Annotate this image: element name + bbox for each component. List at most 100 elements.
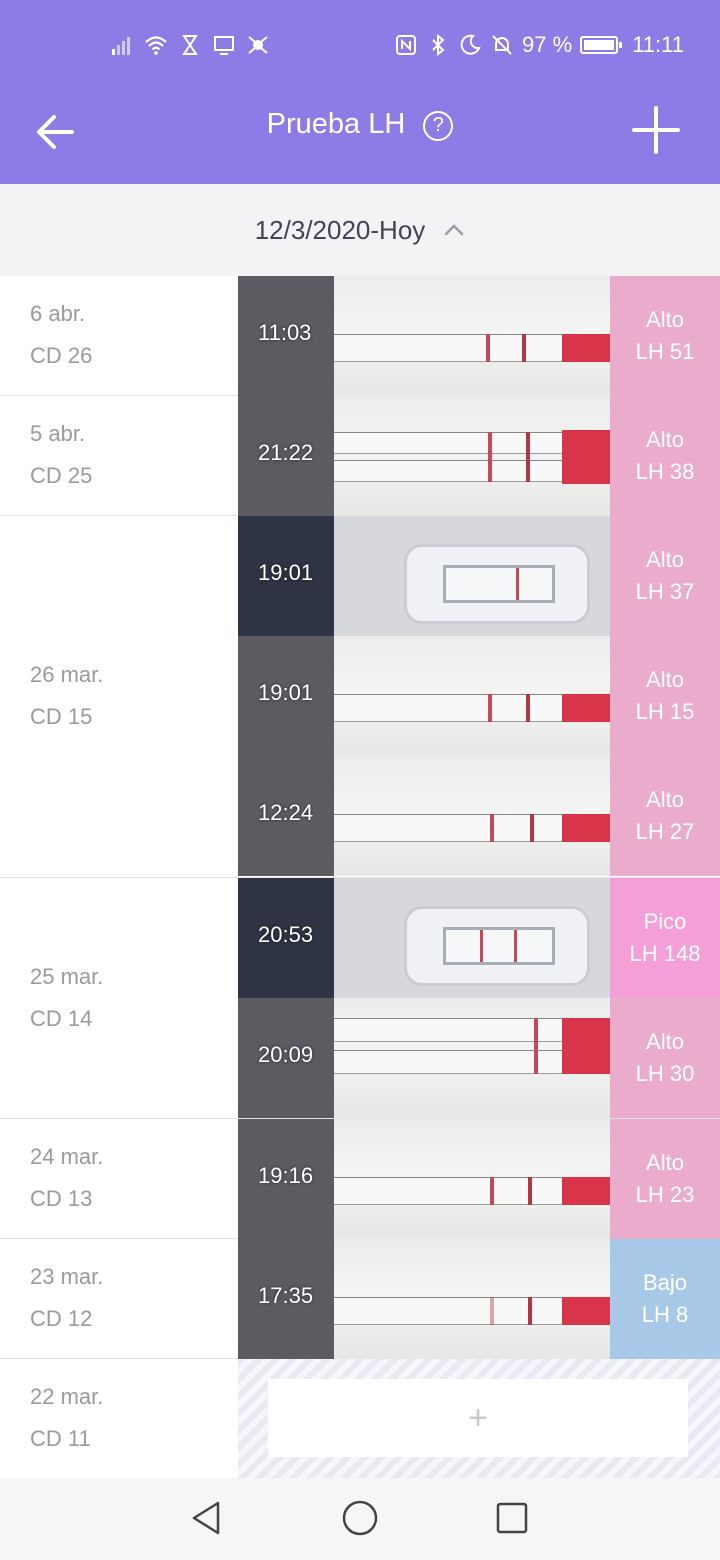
signal-icon bbox=[112, 37, 130, 55]
nav-back-icon[interactable] bbox=[186, 1498, 226, 1538]
day-label: 24 mar. CD 13 bbox=[30, 1136, 103, 1220]
cycle-day: CD 11 bbox=[30, 1426, 91, 1451]
entry-time: 11:03 bbox=[258, 320, 312, 345]
day-date: 22 mar. bbox=[30, 1384, 104, 1409]
result-level: Alto bbox=[646, 307, 684, 332]
day-date: 6 abr. bbox=[30, 301, 86, 326]
app-notification-icon bbox=[248, 36, 268, 54]
result-badge: Alto LH 38 bbox=[610, 396, 720, 516]
day-row: 6 abr. CD 26 11:03 Alto LH 51 bbox=[0, 276, 720, 396]
entry-time: 19:16 bbox=[258, 1163, 314, 1188]
status-bar: 97 % 11:11 bbox=[0, 28, 720, 62]
result-level: Alto bbox=[646, 427, 684, 452]
day-date: 25 mar. bbox=[30, 964, 104, 989]
entry-time: 12:24 bbox=[258, 800, 314, 825]
day-date: 26 mar. bbox=[30, 662, 104, 687]
day-row: 5 abr. CD 25 21:22 Alto LH 38 bbox=[0, 396, 720, 516]
mute-bell-icon bbox=[492, 35, 512, 55]
day-date: 5 abr. bbox=[30, 421, 86, 446]
day-date: 23 mar. bbox=[30, 1264, 104, 1289]
status-left-icons bbox=[110, 28, 270, 62]
add-icon[interactable] bbox=[628, 102, 684, 158]
battery-percent: 97 % bbox=[522, 32, 573, 57]
date-range-selector[interactable]: 12/3/2020-Hoy bbox=[0, 184, 720, 276]
test-entry[interactable]: 17:35 Bajo LH 8 bbox=[238, 1239, 720, 1359]
status-right-icons: 97 % 11:11 bbox=[394, 28, 684, 62]
app-bar: Prueba LH ? bbox=[0, 96, 720, 160]
entry-time: 19:01 bbox=[258, 680, 314, 705]
nav-recents-icon[interactable] bbox=[492, 1498, 532, 1538]
result-badge: Alto LH 30 bbox=[610, 998, 720, 1118]
battery-icon bbox=[580, 36, 623, 54]
entry-time: 20:09 bbox=[258, 1042, 314, 1067]
cycle-day: CD 12 bbox=[30, 1306, 93, 1331]
test-list: 6 abr. CD 26 11:03 Alto LH 51 5 abr. CD … bbox=[0, 276, 720, 1479]
result-badge: Alto LH 37 bbox=[610, 516, 720, 636]
result-value: LH 27 bbox=[635, 819, 695, 844]
result-level: Bajo bbox=[642, 1270, 688, 1295]
result-value: LH 148 bbox=[629, 941, 701, 966]
test-entry[interactable]: 20:53 Pico LH 148 bbox=[238, 878, 720, 998]
result-level: Pico bbox=[643, 909, 687, 934]
result-value: LH 23 bbox=[635, 1182, 695, 1207]
day-row: 22 mar. CD 11 + bbox=[0, 1359, 720, 1479]
bluetooth-icon bbox=[432, 33, 445, 57]
result-level: Alto bbox=[646, 547, 684, 572]
test-entry[interactable]: 19:16 Alto LH 23 bbox=[238, 1119, 720, 1239]
test-entry[interactable]: 11:03 Alto LH 51 bbox=[238, 276, 720, 396]
help-icon[interactable]: ? bbox=[423, 110, 454, 141]
cycle-day: CD 15 bbox=[30, 704, 93, 729]
nfc-icon bbox=[396, 35, 417, 55]
system-nav-bar bbox=[0, 1478, 720, 1560]
result-level: Alto bbox=[646, 1029, 684, 1054]
day-label: 22 mar. CD 11 bbox=[30, 1376, 103, 1460]
result-badge: Alto LH 23 bbox=[610, 1119, 720, 1239]
day-row: 24 mar. CD 13 19:16 Alto LH 23 bbox=[0, 1119, 720, 1239]
app-header: 97 % 11:11 Prueba LH ? bbox=[0, 0, 720, 184]
screen-cast-icon bbox=[214, 36, 234, 55]
day-label: 5 abr. CD 25 bbox=[30, 413, 92, 497]
cycle-day: CD 14 bbox=[30, 1006, 93, 1031]
cycle-day: CD 13 bbox=[30, 1186, 93, 1211]
entry-time: 20:53 bbox=[258, 922, 314, 947]
wifi-icon bbox=[145, 36, 167, 55]
result-badge: Alto LH 27 bbox=[610, 756, 720, 876]
test-entry[interactable]: 21:22 Alto LH 38 bbox=[238, 396, 720, 516]
cycle-day: CD 26 bbox=[30, 343, 93, 368]
nav-home-icon[interactable] bbox=[340, 1498, 380, 1538]
day-date: 24 mar. bbox=[30, 1144, 104, 1169]
result-value: LH 37 bbox=[635, 579, 695, 604]
result-value: LH 15 bbox=[635, 699, 695, 724]
title-group: Prueba LH ? bbox=[0, 108, 720, 141]
result-value: LH 38 bbox=[635, 459, 695, 484]
result-value: LH 30 bbox=[635, 1061, 695, 1086]
result-value: LH 8 bbox=[641, 1302, 689, 1327]
test-entry[interactable]: 19:01 Alto LH 37 bbox=[238, 516, 720, 636]
result-badge: Alto LH 51 bbox=[610, 276, 720, 396]
result-badge: Pico LH 148 bbox=[610, 878, 720, 998]
day-label: 26 mar. CD 15 bbox=[30, 654, 103, 738]
result-level: Alto bbox=[646, 787, 684, 812]
hourglass-icon bbox=[182, 35, 198, 55]
day-row: 26 mar. CD 15 19:01 Alto LH 37 19:01 Alt… bbox=[0, 516, 720, 878]
day-label: 6 abr. CD 26 bbox=[30, 293, 92, 377]
result-badge: Alto LH 15 bbox=[610, 636, 720, 756]
cycle-day: CD 25 bbox=[30, 463, 93, 488]
day-row: 23 mar. CD 12 17:35 Bajo LH 8 bbox=[0, 1239, 720, 1359]
clock: 11:11 bbox=[632, 32, 684, 57]
add-test-area: + bbox=[238, 1359, 720, 1479]
chevron-up-icon bbox=[445, 224, 464, 236]
result-level: Alto bbox=[646, 667, 684, 692]
moon-icon bbox=[460, 34, 481, 55]
add-test-button[interactable]: + bbox=[268, 1379, 688, 1457]
day-label: 25 mar. CD 14 bbox=[30, 956, 103, 1040]
test-entry[interactable]: 20:09 Alto LH 30 bbox=[238, 998, 720, 1118]
day-label: 23 mar. CD 12 bbox=[30, 1256, 103, 1340]
test-entry[interactable]: 19:01 Alto LH 15 bbox=[238, 636, 720, 756]
day-row: 25 mar. CD 14 20:53 Pico LH 148 20:09 Al… bbox=[0, 878, 720, 1119]
entry-time: 19:01 bbox=[258, 560, 314, 585]
date-range-label: 12/3/2020-Hoy bbox=[254, 214, 426, 245]
result-badge: Bajo LH 8 bbox=[610, 1239, 720, 1359]
test-entry[interactable]: 12:24 Alto LH 27 bbox=[238, 756, 720, 876]
result-value: LH 51 bbox=[635, 339, 695, 364]
